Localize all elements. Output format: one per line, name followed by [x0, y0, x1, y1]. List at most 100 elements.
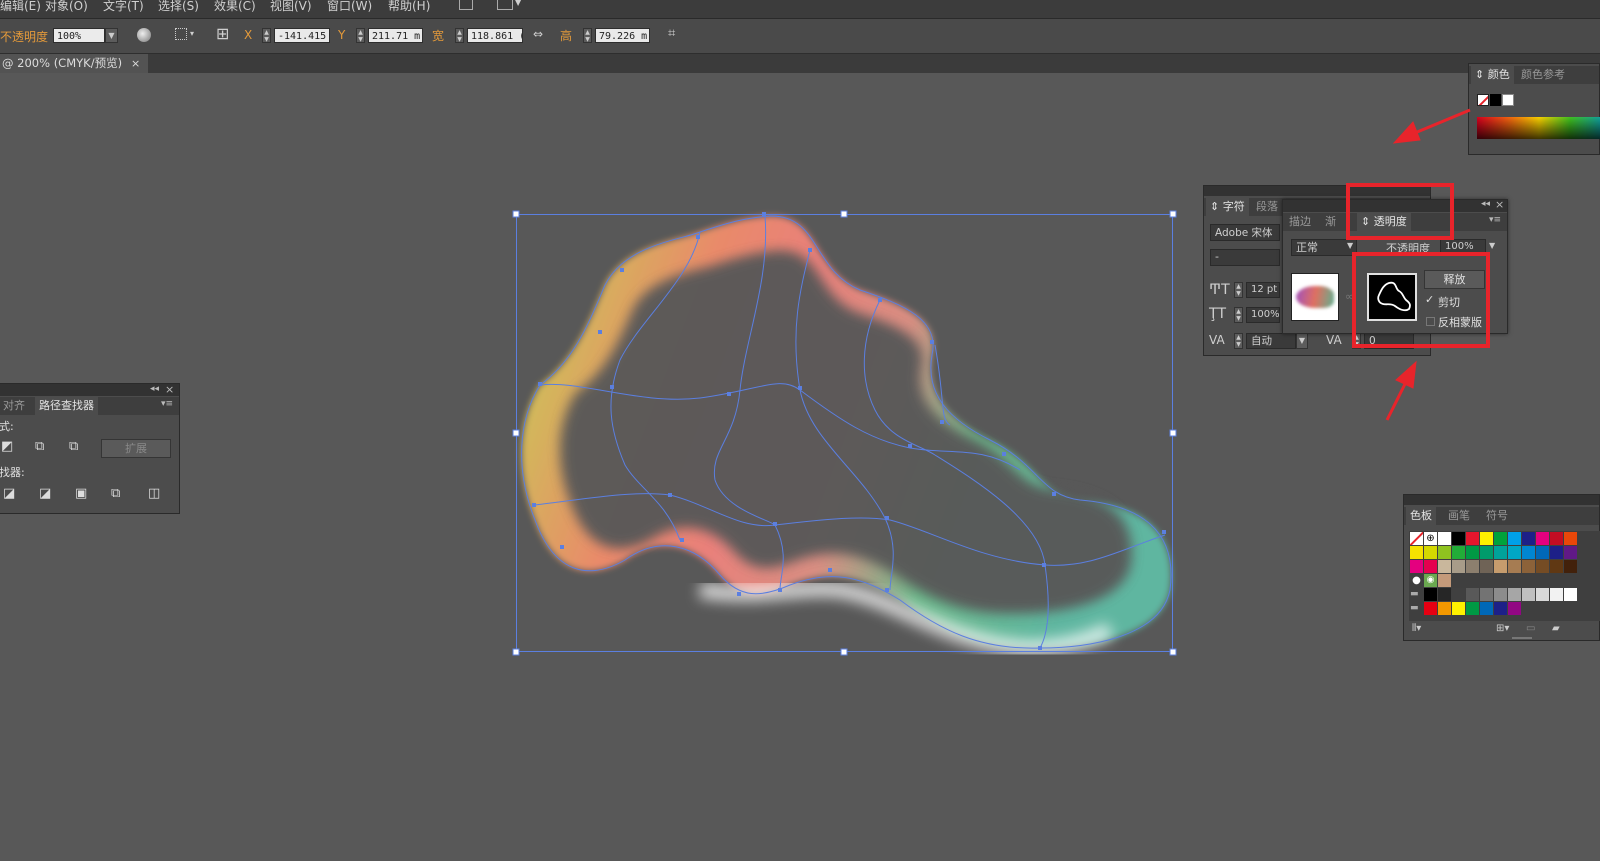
none-swatch[interactable]	[1410, 532, 1423, 545]
intersect-icon[interactable]: ⧉	[35, 439, 44, 454]
swatch[interactable]	[1480, 560, 1493, 573]
tab-color[interactable]: ⇕ 颜色	[1471, 66, 1514, 84]
swatch[interactable]	[1480, 546, 1493, 559]
swatch[interactable]	[1522, 588, 1535, 601]
swatch[interactable]	[1452, 546, 1465, 559]
recolor-icon[interactable]	[137, 28, 151, 42]
resize-grip[interactable]	[1512, 637, 1532, 639]
width-input[interactable]: 118.861 (	[467, 28, 523, 43]
swatch[interactable]	[1466, 602, 1479, 615]
tab-pathfinder[interactable]: 路径查找器	[35, 397, 98, 415]
menu-help[interactable]: 帮助(H)	[388, 0, 430, 14]
swatch[interactable]	[1564, 546, 1577, 559]
folder-icon[interactable]: ▰	[1552, 623, 1560, 634]
swatch[interactable]	[1438, 560, 1451, 573]
menu-view[interactable]: 视图(V)	[270, 0, 312, 14]
swatch[interactable]	[1536, 560, 1549, 573]
swatch[interactable]	[1564, 532, 1577, 545]
swatch[interactable]	[1424, 602, 1437, 615]
y-stepper[interactable]: ▲ ▼	[356, 28, 365, 43]
trim-icon[interactable]: ◪	[39, 486, 51, 501]
swatch-options-icon[interactable]: ⊞▾	[1496, 623, 1509, 634]
panel-menu-icon[interactable]: ▾≡	[161, 399, 173, 409]
close-icon[interactable]: ×	[165, 383, 174, 396]
swatch[interactable]	[1438, 602, 1451, 615]
x-input[interactable]: -141.415	[274, 28, 330, 43]
swatch[interactable]	[1522, 546, 1535, 559]
swatch[interactable]	[1494, 546, 1507, 559]
swatch[interactable]	[1438, 588, 1451, 601]
swatch[interactable]	[1424, 546, 1437, 559]
menu-select[interactable]: 选择(S)	[158, 0, 199, 14]
swatch[interactable]	[1522, 560, 1535, 573]
black-swatch[interactable]	[1452, 532, 1465, 545]
font-size-field[interactable]: 12 pt	[1246, 282, 1280, 298]
tab-paragraph[interactable]: 段落	[1252, 198, 1282, 216]
white-swatch[interactable]	[1438, 532, 1451, 545]
tab-stroke[interactable]: 描边	[1285, 213, 1315, 231]
chevron-down-icon[interactable]: ▼	[515, 0, 521, 10]
y-input[interactable]: 211.71 m	[368, 28, 423, 43]
swatch[interactable]	[1550, 546, 1563, 559]
tab-symbols[interactable]: 符号	[1482, 507, 1512, 525]
font-style-field[interactable]: -	[1210, 249, 1280, 266]
tab-color-guide[interactable]: 颜色参考	[1517, 66, 1569, 84]
blue-swatch[interactable]	[1522, 532, 1535, 545]
swatch[interactable]	[1564, 560, 1577, 573]
swatch[interactable]	[1550, 532, 1563, 545]
swatch[interactable]	[1508, 546, 1521, 559]
opacity-label[interactable]: 不透明度	[0, 28, 48, 45]
width-stepper[interactable]: ▲ ▼	[455, 28, 464, 43]
white-swatch[interactable]	[1502, 94, 1514, 106]
menu-window[interactable]: 窗口(W)	[327, 0, 372, 14]
height-input[interactable]: 79.226 m	[595, 28, 650, 43]
document-tab[interactable]: @ 200% (CMYK/预览) ×	[0, 54, 148, 73]
link-constrain-icon[interactable]: ⇔	[533, 27, 543, 41]
red-swatch[interactable]	[1466, 532, 1479, 545]
reference-grid-icon[interactable]: ⊞	[216, 26, 229, 42]
tab-gradient[interactable]: 渐	[1321, 213, 1340, 231]
swatch[interactable]	[1550, 588, 1563, 601]
outline-icon[interactable]: ◫	[148, 486, 160, 501]
swatch[interactable]	[1410, 560, 1423, 573]
swatch[interactable]	[1424, 588, 1437, 601]
close-icon[interactable]: ×	[131, 54, 140, 73]
opacity-input[interactable]: 100%	[53, 28, 105, 43]
swatch[interactable]	[1424, 560, 1437, 573]
merge-icon[interactable]: ▣	[75, 486, 87, 501]
pattern-swatch[interactable]	[1438, 574, 1451, 587]
gradient-mesh-shape[interactable]	[521, 215, 1172, 657]
kerning-field[interactable]: 自动	[1246, 333, 1296, 349]
green-swatch[interactable]	[1494, 532, 1507, 545]
object-thumbnail[interactable]	[1291, 273, 1339, 321]
swatch[interactable]	[1452, 588, 1465, 601]
swatch[interactable]	[1494, 560, 1507, 573]
pattern-swatch[interactable]: ●	[1410, 574, 1423, 587]
arrange-documents-icon[interactable]	[497, 0, 513, 10]
swatch[interactable]	[1550, 560, 1563, 573]
swatch[interactable]	[1410, 546, 1423, 559]
leading-stepper[interactable]: ▲ ▼	[1234, 307, 1243, 323]
kerning-dropdown[interactable]: ▼	[1296, 333, 1308, 349]
divide-icon[interactable]: ◪	[3, 486, 15, 501]
swatch[interactable]	[1480, 602, 1493, 615]
leading-field[interactable]: 100%	[1246, 307, 1280, 323]
cyan-swatch[interactable]	[1508, 532, 1521, 545]
swatch[interactable]	[1494, 602, 1507, 615]
swatch[interactable]	[1452, 560, 1465, 573]
tab-swatches[interactable]: 色板	[1406, 507, 1436, 525]
font-family-field[interactable]: Adobe 宋体	[1210, 224, 1280, 241]
swatch[interactable]	[1508, 588, 1521, 601]
magenta-swatch[interactable]	[1536, 532, 1549, 545]
kerning-stepper[interactable]: ▲ ▼	[1234, 333, 1243, 349]
swatch[interactable]	[1452, 602, 1465, 615]
swatch[interactable]	[1508, 602, 1521, 615]
menu-effect[interactable]: 效果(C)	[214, 0, 256, 14]
collapse-icon[interactable]: ◂◂	[150, 384, 159, 394]
font-size-stepper[interactable]: ▲ ▼	[1234, 282, 1243, 298]
reference-point-icon[interactable]	[175, 28, 187, 40]
swatch[interactable]	[1466, 546, 1479, 559]
tab-character[interactable]: ⇕ 字符	[1206, 198, 1249, 216]
x-stepper[interactable]: ▲ ▼	[262, 28, 271, 43]
swatch[interactable]	[1564, 588, 1577, 601]
